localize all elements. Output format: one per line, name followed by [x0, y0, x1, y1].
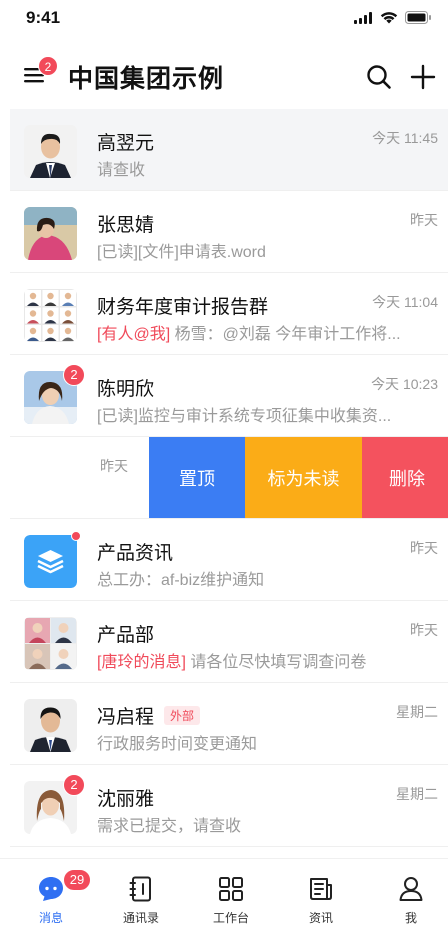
chat-item-chen-mingxin[interactable]: 2 陈明欣 今天 10:23 [已读]监控与审计系统专项征集中收集资...	[10, 355, 448, 437]
tab-workbench[interactable]: 工作台	[196, 875, 266, 926]
chat-preview: 请查收	[97, 162, 146, 179]
search-icon	[367, 65, 391, 89]
swiped-chat-item[interactable]: 昨天 置顶 标为未读 删除	[10, 437, 448, 519]
news-icon	[286, 875, 356, 903]
tab-label: 工作台	[212, 911, 249, 925]
unread-badge: 2	[63, 774, 85, 796]
chat-preview-text: 杨雪：@刘磊 今年审计工作将...	[170, 326, 401, 343]
chat-name-text: 冯启程	[97, 707, 155, 728]
pin-button[interactable]: 置顶	[149, 437, 245, 518]
tab-news[interactable]: 资讯	[286, 875, 356, 926]
chat-time: 星期二	[396, 704, 438, 720]
mention-tag: [有人@我]	[97, 326, 171, 343]
chat-item-feng-qicheng[interactable]: 冯启程 外部 星期二 行政服务时间变更通知	[10, 683, 448, 765]
status-time: 9:41	[26, 8, 61, 27]
group-avatar	[24, 617, 77, 670]
tab-label: 消息	[38, 911, 63, 925]
page-title: 中国集团示例	[68, 65, 225, 93]
chat-time: 今天 11:04	[372, 294, 438, 310]
tab-messages[interactable]: 消息 29	[16, 869, 91, 926]
tab-badge: 29	[63, 869, 91, 891]
unread-badge: 2	[63, 364, 85, 386]
chat-item-audit-group[interactable]: 财务年度审计报告群 今天 11:04 [有人@我] 杨雪：@刘磊 今年审计工作将…	[10, 273, 448, 355]
battery-icon	[405, 11, 431, 24]
tab-me[interactable]: 我	[376, 875, 446, 926]
chat-name: 产品部	[97, 625, 155, 646]
chat-preview: [已读]监控与审计系统专项征集中收集资...	[97, 408, 392, 425]
chat-item-zhang-sijing[interactable]: 张思婧 昨天 [已读][文件]申请表.word	[10, 191, 448, 273]
chat-item-shen-liya[interactable]: 2 沈丽雅 星期二 需求已提交，请查收	[10, 765, 448, 847]
wifi-icon	[380, 12, 398, 24]
product-news-avatar	[24, 535, 77, 588]
delete-button[interactable]: 删除	[362, 437, 448, 518]
chat-preview: [已读][文件]申请表.word	[97, 244, 266, 261]
chat-time: 昨天	[100, 458, 128, 474]
chat-time: 昨天	[410, 212, 438, 228]
avatar	[24, 699, 77, 752]
mention-tag: [唐玲的消息]	[97, 654, 186, 671]
tab-label: 资讯	[308, 911, 333, 925]
chat-name: 财务年度审计报告群	[97, 297, 269, 318]
tab-label: 通讯录	[122, 911, 159, 925]
external-tag: 外部	[164, 706, 201, 725]
status-icons	[354, 11, 432, 24]
contacts-book-icon	[106, 875, 176, 903]
avatar	[24, 125, 77, 178]
tab-label: 我	[404, 911, 417, 925]
tab-contacts[interactable]: 通讯录	[106, 875, 176, 926]
chat-name: 冯启程 外部	[97, 702, 201, 729]
grid-apps-icon	[196, 875, 266, 903]
chat-time: 今天 11:45	[372, 130, 438, 146]
chat-time: 今天 10:23	[371, 376, 438, 392]
mark-unread-button[interactable]: 标为未读	[245, 437, 362, 518]
group-avatar	[24, 289, 77, 342]
plus-icon	[410, 64, 436, 90]
signal-icon	[354, 11, 372, 24]
chat-list: 高翌元 今天 11:45 请查收 张思婧 昨天 [已读][文件]申请表.word	[10, 109, 448, 847]
bottom-tab-bar: 消息 29 通讯录 工作台 资讯 我	[0, 858, 448, 936]
chat-preview: 行政服务时间变更通知	[97, 736, 258, 753]
chat-item-product-dept[interactable]: 产品部 昨天 [唐玲的消息] 请各位尽快填写调查问卷	[10, 601, 448, 683]
chat-time: 昨天	[410, 540, 438, 556]
app-header: 2 中国集团示例	[0, 50, 448, 104]
chat-name: 沈丽雅	[97, 789, 155, 810]
chat-preview: 需求已提交，请查收	[97, 818, 242, 835]
unread-dot	[71, 531, 81, 541]
person-icon	[376, 875, 446, 903]
avatar	[24, 207, 77, 260]
chat-name: 陈明欣	[97, 379, 155, 400]
add-button[interactable]	[410, 64, 436, 90]
chat-name: 张思婧	[97, 215, 155, 236]
menu-badge: 2	[38, 56, 58, 76]
chat-preview: [有人@我] 杨雪：@刘磊 今年审计工作将...	[97, 320, 407, 344]
chat-preview: [唐玲的消息] 请各位尽快填写调查问卷	[97, 648, 407, 672]
chat-preview: 总工办：af-biz维护通知	[97, 572, 265, 589]
chat-name: 产品资讯	[97, 543, 174, 564]
chat-time: 昨天	[410, 622, 438, 638]
search-button[interactable]	[366, 64, 392, 90]
status-bar: 9:41	[0, 0, 448, 36]
chat-name: 高翌元	[97, 133, 155, 154]
chat-item-product-news[interactable]: 产品资讯 昨天 总工办：af-biz维护通知	[10, 519, 448, 601]
chat-time: 星期二	[396, 786, 438, 802]
swipe-actions: 置顶 标为未读 删除	[149, 437, 448, 518]
chat-item-gao-yiyuan[interactable]: 高翌元 今天 11:45 请查收	[10, 109, 448, 191]
chat-preview-text: 请各位尽快填写调查问卷	[185, 654, 367, 671]
